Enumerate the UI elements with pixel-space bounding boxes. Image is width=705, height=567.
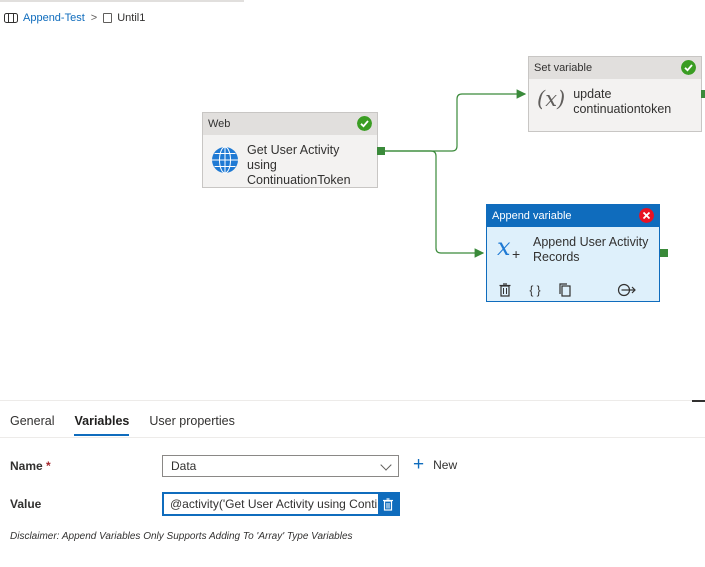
name-label-text: Name <box>10 459 43 473</box>
node-type-label: Web <box>208 118 231 130</box>
node-title-line1: Append User Activity <box>533 235 649 249</box>
value-label: Value <box>10 497 42 511</box>
copy-icon[interactable] <box>557 282 573 298</box>
tab-variables[interactable]: Variables <box>64 408 139 436</box>
name-dropdown[interactable]: Data <box>162 455 399 477</box>
pipeline-canvas[interactable]: Web Get User Activity using Continuation… <box>0 30 705 400</box>
delete-icon[interactable] <box>497 282 513 298</box>
node-toolbar: { } <box>497 282 651 298</box>
chevron-down-icon <box>380 459 392 471</box>
set-output-port[interactable] <box>701 90 705 98</box>
new-variable-button[interactable]: + New <box>413 455 457 475</box>
variable-icon: (x) <box>537 87 566 111</box>
node-title-line2: continuationtoken <box>573 102 672 116</box>
web-activity-node[interactable]: Web Get User Activity using Continuation… <box>202 112 378 188</box>
value-input[interactable]: @activity('Get User Activity using Conti… <box>162 492 400 516</box>
required-mark: * <box>46 459 51 473</box>
breadcrumb-current: Until1 <box>117 12 146 24</box>
delete-icon <box>383 497 393 511</box>
error-icon <box>639 208 654 223</box>
name-dropdown-value: Data <box>171 459 197 473</box>
value-input-text: @activity('Get User Activity using Conti… <box>170 497 378 511</box>
web-output-port[interactable] <box>377 147 385 155</box>
add-output-icon[interactable] <box>617 282 637 298</box>
success-icon <box>357 116 372 131</box>
name-label: Name * <box>10 459 51 473</box>
append-variable-node[interactable]: Append variable x + Append User Activity… <box>486 204 660 302</box>
node-type-label: Append variable <box>492 210 572 222</box>
connector-web-to-append <box>385 150 485 258</box>
top-border <box>0 0 244 2</box>
tab-general[interactable]: General <box>0 408 64 436</box>
code-icon[interactable]: { } <box>527 282 543 298</box>
node-title-line2: ContinuationToken <box>247 173 351 187</box>
activity-icon <box>103 13 113 23</box>
breadcrumb: Append-Test > Until1 <box>4 10 145 26</box>
clear-value-button[interactable] <box>378 494 398 514</box>
new-button-label: New <box>433 458 458 472</box>
disclaimer-text: Disclaimer: Append Variables Only Suppor… <box>10 531 353 542</box>
tab-user-properties[interactable]: User properties <box>139 408 244 436</box>
tabs-underline <box>0 437 705 438</box>
breadcrumb-pipeline-link[interactable]: Append-Test <box>23 12 85 24</box>
node-title-line2: Records <box>533 250 580 264</box>
node-type-label: Set variable <box>534 62 593 74</box>
properties-tabs: General Variables User properties <box>0 408 245 438</box>
plus-icon: + <box>413 454 425 475</box>
set-variable-node[interactable]: Set variable (x) update continuationtoke… <box>528 56 702 132</box>
pipeline-icon <box>4 13 18 23</box>
node-title-line1: Get User Activity using <box>247 143 340 172</box>
append-output-port[interactable] <box>660 249 668 257</box>
panel-resize-handle[interactable] <box>692 400 705 402</box>
append-variable-icon: x + <box>497 233 521 262</box>
node-title-line1: update <box>573 87 612 101</box>
panel-divider <box>0 400 705 401</box>
success-icon <box>681 60 696 75</box>
globe-icon <box>212 146 238 174</box>
breadcrumb-separator: > <box>90 12 98 24</box>
connector-web-to-set <box>385 89 527 152</box>
